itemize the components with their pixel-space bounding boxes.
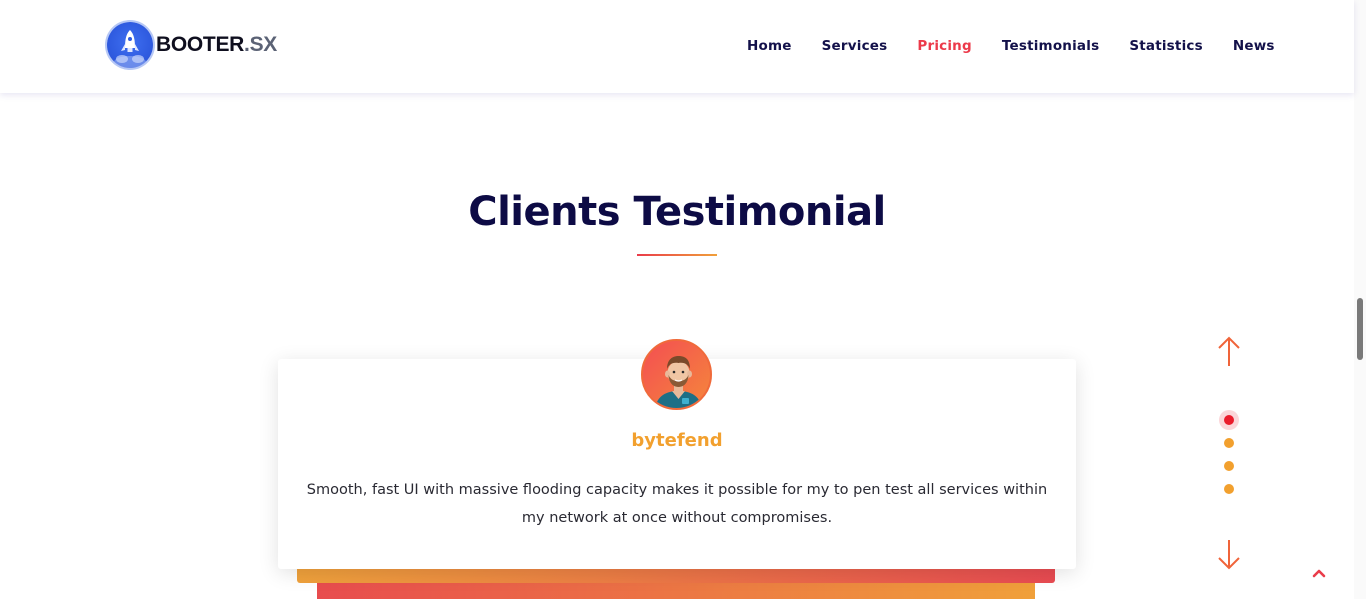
- brand-logo[interactable]: BOOTER.SX: [107, 22, 277, 68]
- slider-dot-2[interactable]: [1224, 438, 1234, 448]
- nav-pricing[interactable]: Pricing: [917, 38, 971, 54]
- brand-name-part2: .SX: [244, 33, 277, 56]
- nav-home[interactable]: Home: [747, 38, 792, 54]
- arrow-down-icon[interactable]: [1216, 537, 1242, 571]
- scrollbar-thumb[interactable]: [1357, 298, 1363, 360]
- section-title: Clients Testimonial: [468, 189, 886, 235]
- nav-statistics[interactable]: Statistics: [1129, 38, 1203, 54]
- title-underline: [637, 254, 717, 256]
- client-name: bytefend: [631, 430, 723, 451]
- main-nav: Home Services Pricing Testimonials Stati…: [747, 38, 1275, 54]
- slider-dot-4[interactable]: [1224, 484, 1234, 494]
- nav-testimonials[interactable]: Testimonials: [1002, 38, 1099, 54]
- brand-name: BOOTER.SX: [156, 33, 277, 57]
- site-header: BOOTER.SX Home Services Pricing Testimon…: [0, 0, 1354, 93]
- client-avatar: [641, 339, 712, 410]
- brand-name-part1: BOOTER: [156, 33, 245, 56]
- nav-news[interactable]: News: [1233, 38, 1275, 54]
- nav-services[interactable]: Services: [822, 38, 888, 54]
- rocket-logo-icon: [107, 22, 153, 68]
- client-quote: Smooth, fast UI with massive flooding ca…: [306, 482, 1048, 526]
- page-scrollbar[interactable]: [1354, 0, 1366, 599]
- chevron-up-icon[interactable]: [1310, 565, 1328, 579]
- slider-dot-3[interactable]: [1224, 461, 1234, 471]
- arrow-up-icon[interactable]: [1216, 335, 1242, 369]
- slider-dot-1[interactable]: [1224, 415, 1234, 425]
